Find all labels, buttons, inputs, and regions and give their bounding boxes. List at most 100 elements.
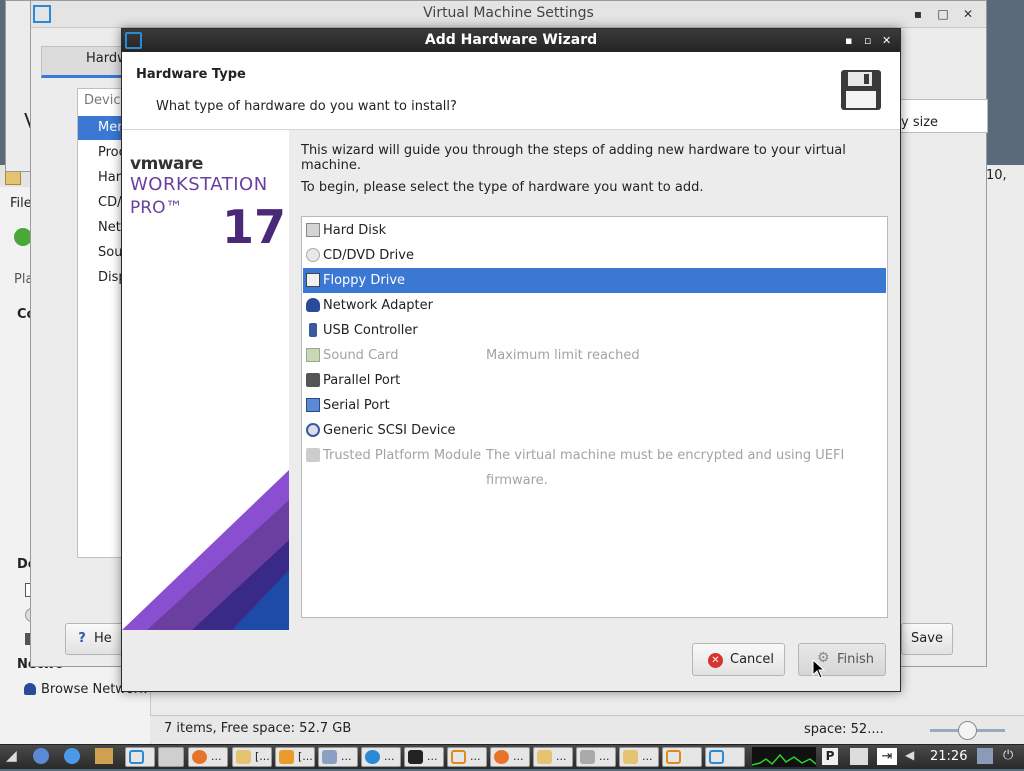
task-folder[interactable]: ... (619, 747, 659, 767)
list-item-parallel-port[interactable]: Parallel Port (303, 368, 886, 393)
folder-icon (623, 750, 638, 764)
device-item[interactable]: CD/ (98, 195, 121, 210)
mouse-cursor-icon (812, 659, 826, 679)
files-icon[interactable] (95, 748, 113, 764)
list-item-network-adapter[interactable]: Network Adapter (303, 293, 886, 318)
task-printer[interactable]: ... (576, 747, 616, 767)
cd-dvd-icon (306, 248, 320, 262)
device-item[interactable]: Mer (98, 120, 123, 135)
logout-icon[interactable]: ⇥ (877, 748, 897, 765)
usb-icon (309, 323, 317, 337)
wizard-titlebar: Add Hardware Wizard ▪ ▫ ✕ (122, 29, 900, 52)
task-firefox[interactable]: ... (490, 747, 530, 767)
serial-port-icon (306, 398, 320, 412)
task-folder[interactable]: [... (232, 747, 272, 767)
task-window[interactable]: ... (318, 747, 358, 767)
network-icon (24, 683, 36, 695)
device-item[interactable]: Net (98, 220, 121, 235)
screen-icon[interactable] (977, 748, 993, 764)
list-item-usb-controller[interactable]: USB Controller (303, 318, 886, 343)
vmware-branding-panel: vmware WORKSTATION PRO™ 17 (122, 130, 289, 630)
vmware-icon (709, 750, 724, 764)
task-firefox[interactable]: ... (188, 747, 228, 767)
task-folder[interactable]: ... (533, 747, 573, 767)
volume-icon[interactable]: ◀ (905, 748, 923, 765)
zoom-slider-handle[interactable] (958, 721, 977, 740)
floppy-icon (306, 273, 320, 287)
cancel-icon: ✕ (708, 653, 723, 668)
clock[interactable]: 21:26 (930, 749, 967, 764)
show-desktop-icon[interactable] (33, 748, 49, 764)
task-folder[interactable]: [... (275, 747, 315, 767)
sound-card-icon (306, 348, 320, 362)
list-item-trusted-platform-module: Trusted Platform Module The virtual mach… (303, 443, 886, 488)
intro-text: This wizard will guide you through the s… (301, 143, 846, 173)
task-vmware[interactable] (662, 747, 702, 767)
taskbar: ◢ ... [... [... ... ... ... ... ... ... … (0, 744, 1024, 769)
brand-graphic (122, 470, 289, 630)
minimize-button[interactable]: ▪ (845, 29, 852, 52)
firefox-icon (192, 750, 207, 764)
task-vmware[interactable]: ... (447, 747, 487, 767)
scsi-icon (306, 423, 320, 437)
window-icon (322, 750, 337, 764)
list-item-generic-scsi[interactable]: Generic SCSI Device (303, 418, 886, 443)
parallel-port-icon (306, 373, 320, 387)
task-terminal[interactable]: ... (404, 747, 444, 767)
product-name: WORKSTATION (130, 174, 268, 195)
vmware-icon (666, 750, 681, 764)
firefox-icon (494, 750, 509, 764)
task-vmware[interactable] (705, 747, 745, 767)
maximize-button[interactable]: ▫ (864, 29, 871, 52)
floppy-disk-icon (841, 70, 881, 110)
save-button[interactable]: Save (901, 623, 953, 655)
tpm-icon (306, 448, 320, 462)
wizard-title: Add Hardware Wizard (424, 32, 598, 48)
task-browser[interactable]: ... (361, 747, 401, 767)
pidgin-icon[interactable]: P (822, 748, 838, 765)
size-hint: y size (901, 115, 939, 130)
wizard-header-title: Hardware Type (136, 67, 246, 82)
maximize-button[interactable]: □ (936, 7, 950, 21)
vlc-icon (279, 750, 294, 764)
close-button[interactable]: ✕ (961, 7, 975, 21)
list-item-sound-card: Sound Card Maximum limit reached (303, 343, 886, 368)
help-button[interactable]: ? He (65, 623, 125, 655)
close-button[interactable]: ✕ (882, 29, 891, 52)
list-item-hard-disk[interactable]: Hard Disk (303, 218, 886, 243)
network-adapter-icon (306, 298, 320, 312)
status-bar: 7 items, Free space: 52.7 GB (150, 715, 800, 743)
device-item[interactable]: Sou (98, 245, 122, 260)
task-vmware[interactable] (125, 747, 155, 767)
free-space-label: space: 52.... (804, 722, 884, 737)
partial-value: 10, (986, 168, 1007, 183)
vm-settings-title: Virtual Machine Settings (423, 5, 594, 21)
wizard-header-question: What type of hardware do you want to ins… (156, 99, 457, 114)
vmware-icon (451, 750, 466, 764)
power-icon[interactable]: ⏻ (1003, 748, 1019, 764)
list-item-floppy[interactable]: Floppy Drive (303, 268, 886, 293)
vmware-icon (129, 750, 144, 764)
vmware-logo: vmware (130, 154, 203, 174)
search-icon[interactable] (850, 748, 868, 765)
product-version: 17 (222, 200, 287, 254)
list-item-serial-port[interactable]: Serial Port (303, 393, 886, 418)
product-edition: PRO™ (130, 198, 183, 218)
cpu-monitor (751, 747, 817, 767)
browser-icon (365, 750, 380, 764)
vmware-icon (33, 5, 51, 23)
device-column-header: Devic (84, 93, 121, 108)
instruction-text: To begin, please select the type of hard… (301, 180, 704, 195)
minimize-button[interactable]: ▪ (911, 7, 925, 21)
hardware-type-list[interactable]: Hard Disk CD/DVD Drive Floppy Drive Netw… (301, 216, 888, 618)
vm-settings-titlebar: Virtual Machine Settings ▪ □ ✕ (31, 1, 986, 28)
vmware-icon (125, 32, 142, 49)
file-menu[interactable]: File (10, 196, 32, 211)
task-active[interactable] (158, 747, 184, 767)
device-item[interactable]: Har (98, 170, 121, 185)
cancel-button[interactable]: ✕ Cancel (692, 643, 785, 676)
browser-icon[interactable] (64, 748, 80, 764)
add-hardware-wizard: Add Hardware Wizard ▪ ▫ ✕ Hardware Type … (121, 28, 901, 692)
start-menu-icon[interactable]: ◢ (6, 748, 17, 764)
list-item-cd-dvd[interactable]: CD/DVD Drive (303, 243, 886, 268)
